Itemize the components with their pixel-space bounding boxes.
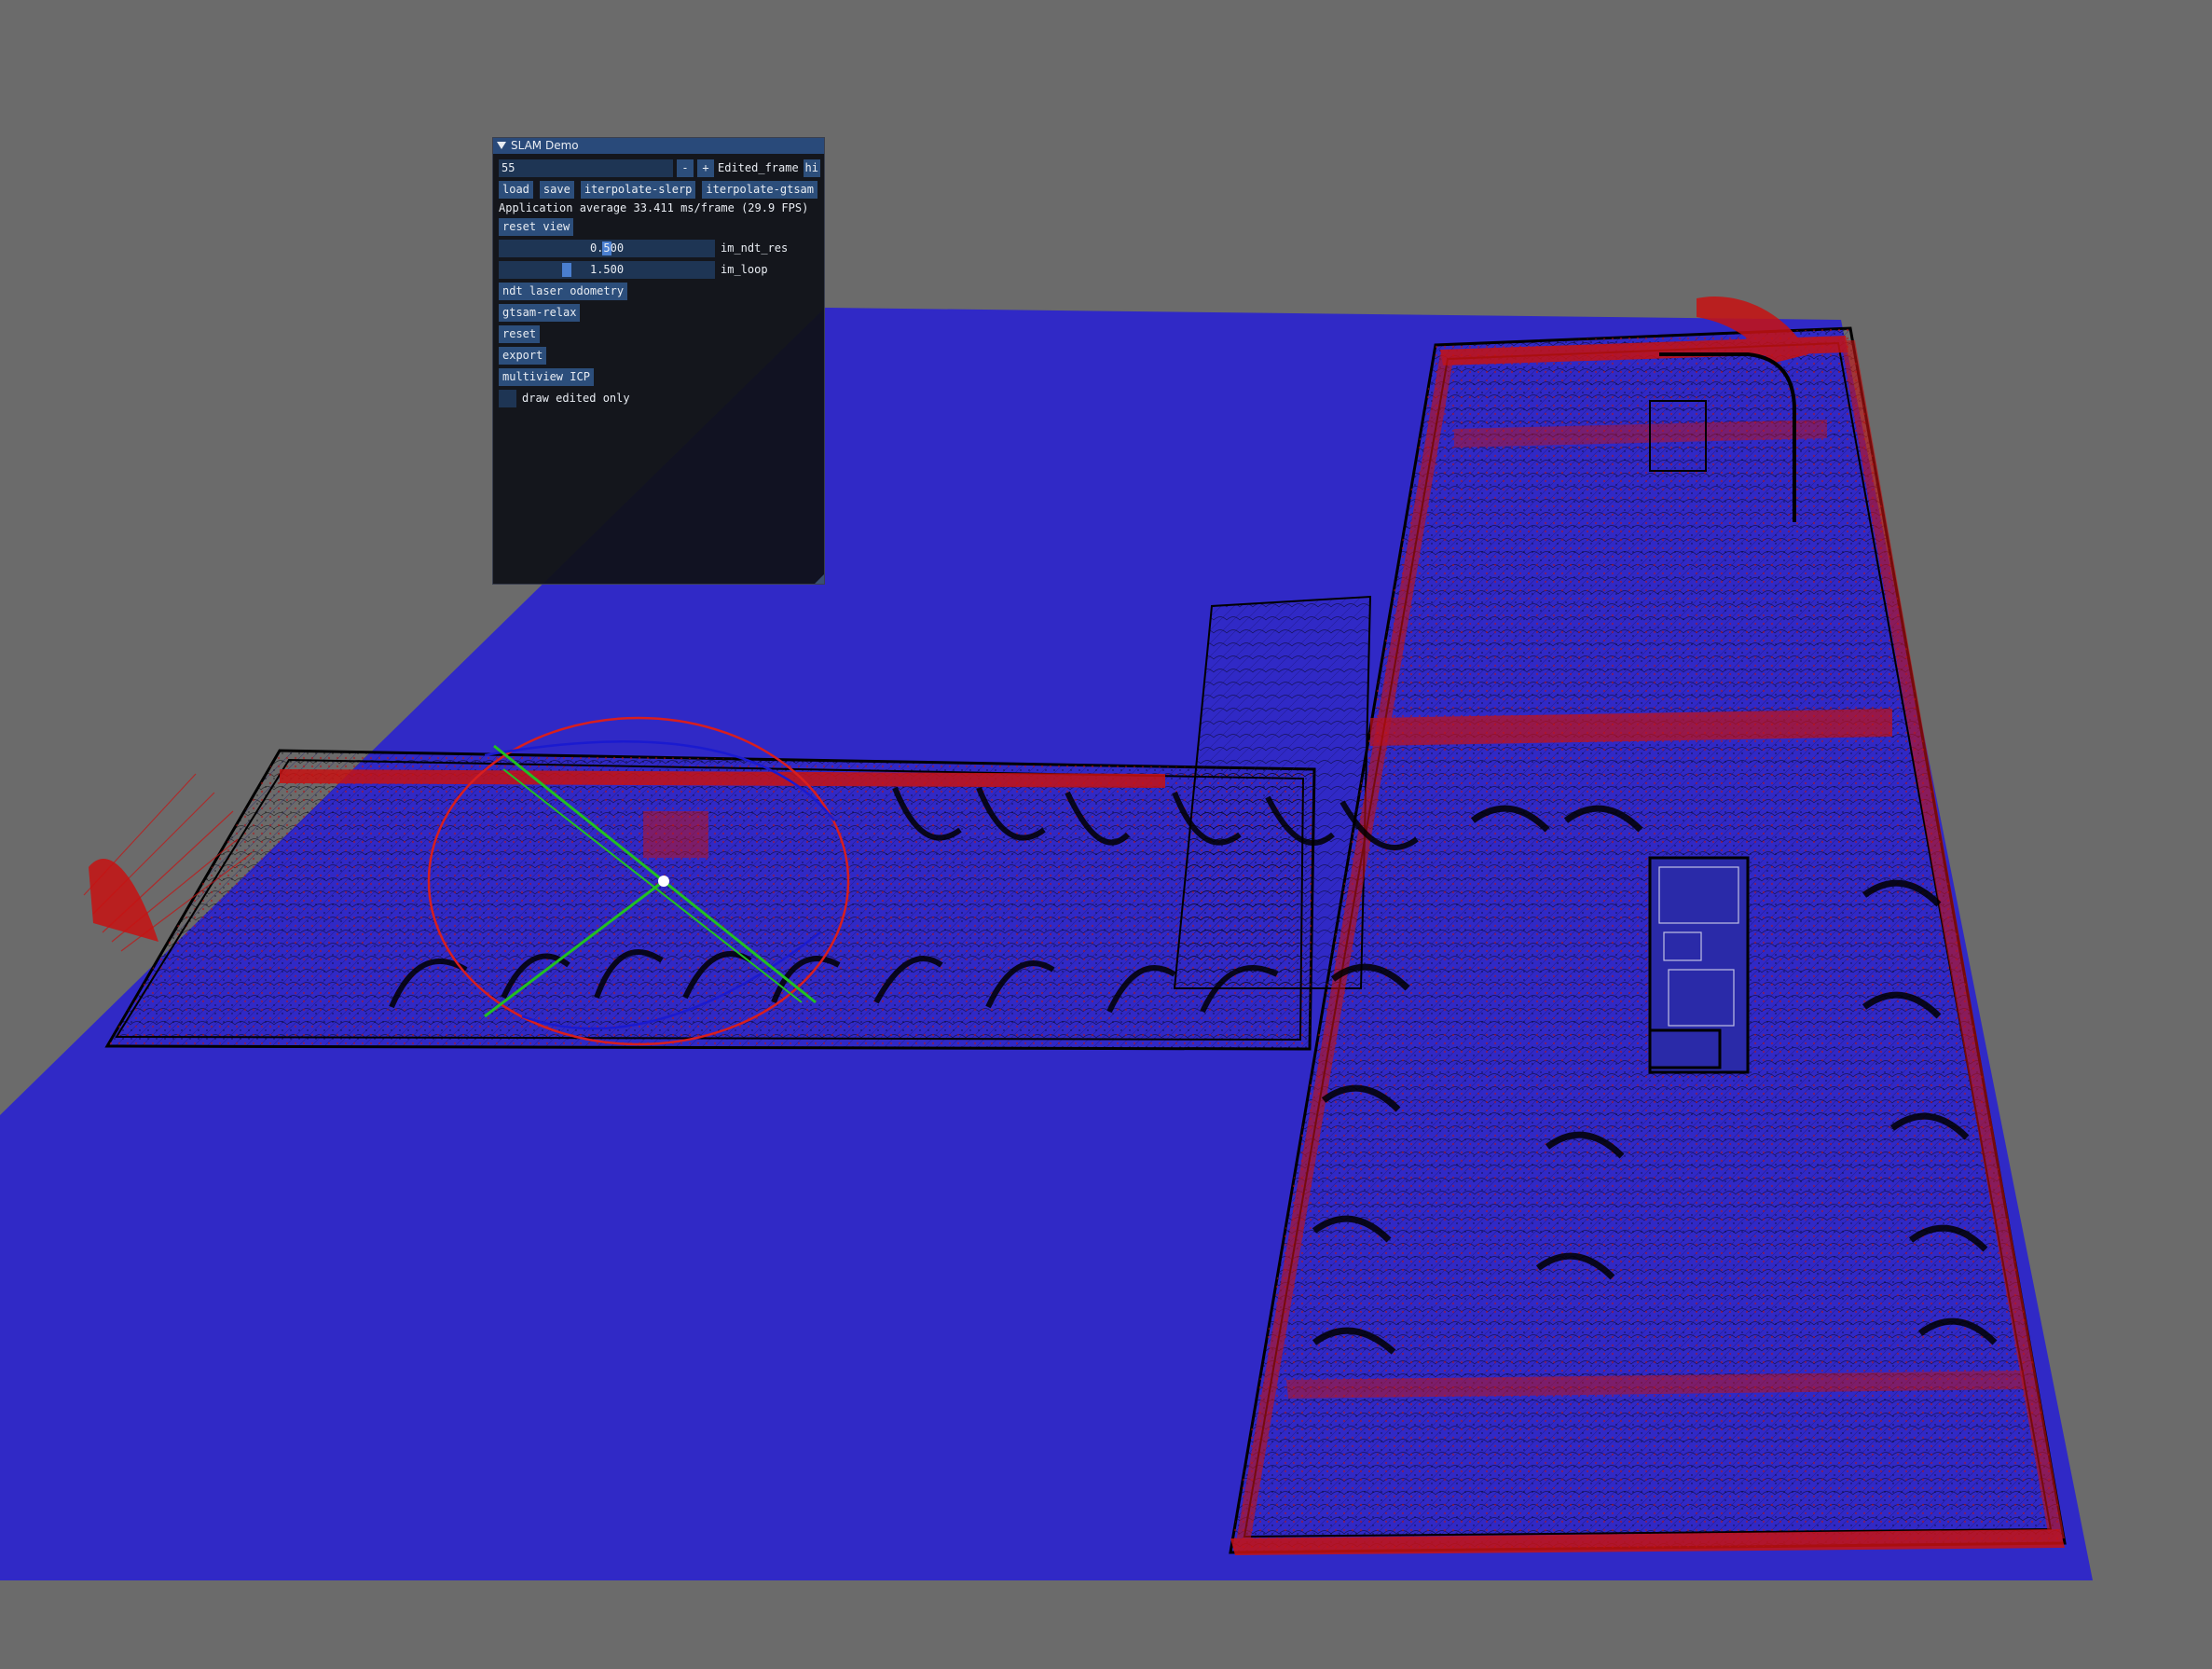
- fps-stats-text: Application average 33.411 ms/frame (29.…: [499, 201, 809, 214]
- loop-value: 1.500: [589, 263, 625, 276]
- ndt-laser-odometry-button[interactable]: ndt laser odometry: [499, 283, 628, 300]
- frame-decrement-button[interactable]: -: [677, 159, 694, 177]
- reset-row: reset: [499, 325, 546, 343]
- toolbar-row: load save iterpolate-slerp iterpolate-gt…: [499, 181, 824, 199]
- export-button[interactable]: export: [499, 347, 547, 365]
- save-button[interactable]: save: [539, 181, 574, 199]
- gtsam-relax-button[interactable]: gtsam-relax: [499, 304, 581, 322]
- ndt-res-label: im_ndt_res: [721, 241, 789, 255]
- reset-button[interactable]: reset: [499, 325, 541, 343]
- loop-label: im_loop: [721, 263, 768, 276]
- ndt-res-slider[interactable]: 0.500: [499, 240, 715, 257]
- window-title-bar[interactable]: SLAM Demo: [493, 138, 824, 154]
- resize-grip-icon[interactable]: [815, 574, 824, 584]
- reset-view-row: reset view: [499, 218, 580, 236]
- 3d-viewport[interactable]: [0, 0, 2212, 1669]
- collapse-triangle-icon[interactable]: [497, 141, 506, 149]
- scene-canvas[interactable]: [0, 0, 2212, 1669]
- hide-button[interactable]: hi: [803, 159, 820, 177]
- gtsam-relax-row: gtsam-relax: [499, 304, 586, 322]
- frame-row: 55 - + Edited_frame hi: [499, 159, 820, 177]
- draw-edited-row: draw edited only: [499, 390, 630, 407]
- frame-input[interactable]: 55: [499, 159, 673, 177]
- reset-view-button[interactable]: reset view: [499, 218, 574, 236]
- export-row: export: [499, 347, 553, 365]
- multiview-icp-row: multiview ICP: [499, 368, 600, 386]
- draw-edited-only-checkbox[interactable]: [499, 390, 516, 407]
- load-button[interactable]: load: [499, 181, 533, 199]
- interpolate-slerp-button[interactable]: iterpolate-slerp: [580, 181, 696, 199]
- interpolate-gtsam-button[interactable]: iterpolate-gtsam: [702, 181, 817, 199]
- ndt-res-value: 0.500: [589, 241, 625, 255]
- draw-edited-only-label: draw edited only: [522, 392, 630, 405]
- stats-row: Application average 33.411 ms/frame (29.…: [499, 200, 808, 217]
- ndt-res-row: 0.500 im_ndt_res: [499, 240, 788, 257]
- ndt-row: ndt laser odometry: [499, 283, 634, 300]
- multiview-icp-button[interactable]: multiview ICP: [499, 368, 594, 386]
- frame-label: Edited_frame: [718, 161, 799, 174]
- loop-slider[interactable]: 1.500: [499, 261, 715, 279]
- stair-block: [1648, 856, 1750, 1074]
- slam-demo-window[interactable]: SLAM Demo 55 - + Edited_frame hi load sa…: [492, 137, 825, 585]
- window-title: SLAM Demo: [511, 139, 579, 152]
- frame-increment-button[interactable]: +: [697, 159, 714, 177]
- loop-row: 1.500 im_loop: [499, 261, 768, 279]
